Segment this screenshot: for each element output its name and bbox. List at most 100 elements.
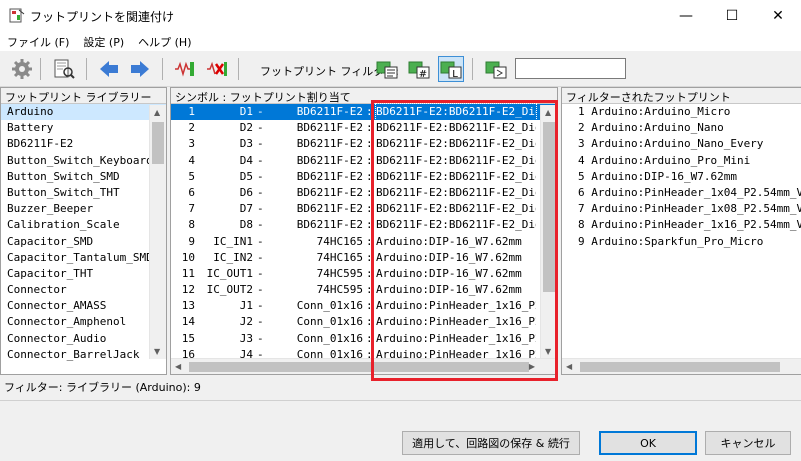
- filter-by-keywords-icon[interactable]: [374, 56, 400, 82]
- assignment-row[interactable]: 5 D5- BD6211F-E2: BD6211F-E2:BD6211F-E2_Dio: [171, 169, 557, 185]
- app-icon: [9, 8, 25, 23]
- scroll-thumb[interactable]: [189, 362, 529, 372]
- library-list-item[interactable]: Capacitor_THT: [1, 266, 166, 282]
- library-list-item[interactable]: Button_Switch_THT: [1, 185, 166, 201]
- library-list-item[interactable]: Calibration_Scale: [1, 217, 166, 233]
- filter-by-pin-count-icon[interactable]: #: [406, 56, 432, 82]
- assignment-row[interactable]: 9 IC_IN1-74HC165: Arduino:DIP-16_W7.62mm: [171, 234, 557, 250]
- filtered-footprint-item[interactable]: 8 Arduino:PinHeader_1x16_P2.54mm_Vert: [562, 217, 801, 233]
- filtered-footprint-item[interactable]: 7 Arduino:PinHeader_1x08_P2.54mm_Vert: [562, 201, 801, 217]
- symbol-value: 74HC165: [316, 234, 363, 248]
- assigned-footprint: BD6211F-E2:BD6211F-E2_Dio: [376, 121, 536, 135]
- assigned-footprint: BD6211F-E2:BD6211F-E2_Dio: [375, 103, 537, 121]
- filtered-footprint-item[interactable]: 6 Arduino:PinHeader_1x04_P2.54mm_Vert: [562, 185, 801, 201]
- symbol-reference: D3: [239, 137, 253, 151]
- close-button[interactable]: ✕: [755, 0, 801, 31]
- separator-colon: :: [366, 234, 373, 248]
- filter-by-library-icon[interactable]: L: [438, 56, 464, 82]
- ok-button[interactable]: OK: [599, 431, 697, 455]
- scroll-right-icon[interactable]: ▶: [529, 362, 535, 371]
- assignment-row[interactable]: 6 D6- BD6211F-E2: BD6211F-E2:BD6211F-E2_Dio: [171, 185, 557, 201]
- filter-by-text-icon[interactable]: [483, 56, 509, 82]
- menu-help[interactable]: ヘルプ (H): [131, 31, 198, 51]
- library-vertical-scrollbar[interactable]: ▲ ▼: [149, 105, 166, 359]
- assignment-horizontal-scrollbar[interactable]: ◀ ▶: [171, 358, 557, 374]
- filtered-footprint-item[interactable]: 2 Arduino:Arduino_Nano: [562, 120, 801, 136]
- assignment-row[interactable]: 11 IC_OUT1-74HC595: Arduino:DIP-16_W7.62mm: [171, 266, 557, 282]
- assignment-row-number: 12: [181, 283, 195, 297]
- filtered-footprint-item[interactable]: 9 Arduino:Sparkfun_Pro_Micro: [562, 234, 801, 250]
- menu-preferences[interactable]: 設定 (P): [76, 31, 131, 51]
- scroll-thumb[interactable]: [152, 122, 164, 164]
- cancel-button[interactable]: キャンセル: [705, 431, 791, 455]
- scroll-up-icon[interactable]: ▲: [154, 108, 160, 117]
- filtered-footprint-item[interactable]: 4 Arduino:Arduino_Pro_Mini: [562, 153, 801, 169]
- scroll-thumb[interactable]: [580, 362, 780, 372]
- next-arrow-icon[interactable]: [127, 56, 153, 82]
- symbol-reference: IC_OUT2: [206, 283, 253, 297]
- symbol-reference: D4: [239, 153, 253, 167]
- separator-colon: :: [366, 283, 373, 297]
- assignment-row[interactable]: 3 D3- BD6211F-E2: BD6211F-E2:BD6211F-E2_Dio: [171, 136, 557, 152]
- library-list-item[interactable]: Connector: [1, 282, 166, 298]
- library-list-item[interactable]: Capacitor_SMD: [1, 234, 166, 250]
- assigned-footprint: Arduino:DIP-16_W7.62mm: [376, 266, 522, 280]
- assignment-row-number: 13: [181, 299, 195, 313]
- assigned-footprint: BD6211F-E2:BD6211F-E2_Dio: [376, 218, 536, 232]
- filtered-footprint-item[interactable]: 1 Arduino:Arduino_Micro: [562, 104, 801, 120]
- library-list-item[interactable]: Connector_Amphenol: [1, 314, 166, 330]
- assignment-row[interactable]: 15 J3- Conn_01x16: Arduino:PinHeader_1x16_P…: [171, 331, 557, 347]
- scroll-thumb[interactable]: [543, 122, 555, 292]
- library-list-item[interactable]: Button_Switch_Keyboard: [1, 153, 166, 169]
- library-list-item[interactable]: Arduino: [1, 104, 166, 121]
- symbol-reference: D7: [239, 202, 253, 216]
- assignment-row[interactable]: 13 J1- Conn_01x16: Arduino:PinHeader_1x16_P…: [171, 298, 557, 314]
- status-text: フィルター: ライブラリー (Arduino): 9: [4, 381, 201, 394]
- filtered-horizontal-scrollbar[interactable]: ◀: [562, 358, 801, 374]
- filtered-footprint-item[interactable]: 3 Arduino:Arduino_Nano_Every: [562, 136, 801, 152]
- minimize-button[interactable]: —: [663, 0, 709, 31]
- library-list-item[interactable]: Connector_AMASS: [1, 298, 166, 314]
- delete-association-icon[interactable]: [204, 56, 230, 82]
- symbol-value: 74HC595: [316, 283, 363, 297]
- assignment-row[interactable]: 10 IC_IN2-74HC165: Arduino:DIP-16_W7.62mm: [171, 250, 557, 266]
- assigned-footprint: BD6211F-E2:BD6211F-E2_Dio: [376, 169, 536, 183]
- scroll-left-icon[interactable]: ◀: [175, 362, 181, 371]
- scroll-down-icon[interactable]: ▼: [545, 347, 551, 356]
- library-list-item[interactable]: Capacitor_Tantalum_SMD: [1, 250, 166, 266]
- assignment-row[interactable]: 14 J2- Conn_01x16: Arduino:PinHeader_1x16_P…: [171, 314, 557, 330]
- assignment-row[interactable]: 7 D7- BD6211F-E2: BD6211F-E2:BD6211F-E2_Dio: [171, 201, 557, 217]
- maximize-button[interactable]: ☐: [709, 0, 755, 31]
- library-list-item[interactable]: Connector_Audio: [1, 331, 166, 347]
- scroll-down-icon[interactable]: ▼: [154, 347, 160, 356]
- menu-file[interactable]: ファイル (F): [0, 31, 76, 51]
- apply-save-continue-button[interactable]: 適用して、回路図の保存 & 続行: [402, 431, 580, 455]
- footprint-filter-input[interactable]: [515, 58, 626, 79]
- library-list-item[interactable]: Battery: [1, 120, 166, 136]
- symbol-value: Conn_01x16: [296, 315, 363, 329]
- separator-colon: :: [366, 331, 373, 345]
- assignment-row[interactable]: 8 D8- BD6211F-E2: BD6211F-E2:BD6211F-E2_Dio: [171, 217, 557, 233]
- library-list-item[interactable]: Connector_BarrelJack: [1, 347, 166, 363]
- assignment-list: 1 D1- BD6211F-E2: BD6211F-E2:BD6211F-E2_Dio…: [171, 103, 557, 363]
- filtered-footprint-item[interactable]: 5 Arduino:DIP-16_W7.62mm: [562, 169, 801, 185]
- assignment-row[interactable]: 1 D1- BD6211F-E2: BD6211F-E2:BD6211F-E2_Dio: [171, 103, 557, 121]
- previous-arrow-icon[interactable]: [96, 56, 122, 82]
- library-list-item[interactable]: Buzzer_Beeper: [1, 201, 166, 217]
- assignment-row[interactable]: 4 D4- BD6211F-E2: BD6211F-E2:BD6211F-E2_Dio: [171, 153, 557, 169]
- scroll-up-icon[interactable]: ▲: [545, 108, 551, 117]
- symbol-value: Conn_01x16: [296, 331, 363, 345]
- footprint-viewer-icon[interactable]: [51, 56, 77, 82]
- assignment-vertical-scrollbar[interactable]: ▲ ▼: [540, 105, 557, 359]
- settings-gear-icon[interactable]: [9, 56, 35, 82]
- library-list-item[interactable]: BD6211F-E2: [1, 136, 166, 152]
- assignment-row-number: 11: [181, 266, 195, 280]
- assignment-row[interactable]: 12 IC_OUT2-74HC595: Arduino:DIP-16_W7.62mm: [171, 282, 557, 298]
- auto-associate-icon[interactable]: [171, 56, 197, 82]
- assignment-row[interactable]: 2 D2- BD6211F-E2: BD6211F-E2:BD6211F-E2_Dio: [171, 120, 557, 136]
- symbol-reference: D1: [239, 105, 253, 118]
- symbol-value: 74HC595: [316, 266, 363, 280]
- scroll-left-icon[interactable]: ◀: [566, 362, 572, 371]
- menu-bar: ファイル (F) 設定 (P) ヘルプ (H): [0, 31, 801, 51]
- library-list-item[interactable]: Button_Switch_SMD: [1, 169, 166, 185]
